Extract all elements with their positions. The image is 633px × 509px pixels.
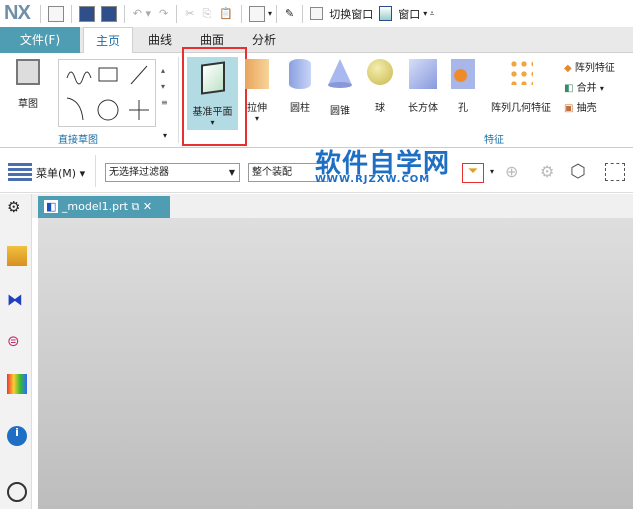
- paste-icon[interactable]: 📋: [219, 7, 233, 20]
- selection-filter-dropdown[interactable]: 无选择过滤器 ▼: [105, 163, 240, 182]
- pattern-geometry-label: 阵列几何特征: [491, 103, 551, 114]
- cone-icon: [328, 59, 352, 88]
- assembly-navigator-icon[interactable]: [7, 246, 27, 266]
- hole-button[interactable]: 孔: [447, 59, 479, 114]
- document-tab-label: _model1.prt: [61, 200, 128, 213]
- tab-curve[interactable]: 曲线: [140, 27, 180, 53]
- history-icon[interactable]: [7, 482, 27, 502]
- copy-icon[interactable]: ⎘: [202, 7, 211, 21]
- circle-icon: [97, 99, 119, 121]
- pattern-feature-button[interactable]: ◆ 阵列特征: [564, 59, 615, 79]
- assembly-select-icon[interactable]: ⚙: [540, 162, 554, 181]
- studio-spline-icon: [66, 71, 92, 85]
- document-tab-strip: ◧ _model1.prt ⧉ ✕: [0, 194, 633, 218]
- save-as-icon[interactable]: [100, 5, 117, 22]
- highlight-box: [182, 47, 247, 146]
- quick-access-toolbar: NX ↶ ▾ ↷ ✂ ⎘ 📋 ▾ ✎ 切换窗口 窗口 ▾ ⩡: [0, 0, 633, 27]
- group-expand-icon[interactable]: ▾: [163, 131, 167, 140]
- info-icon[interactable]: i: [7, 426, 27, 446]
- rectangle-icon: [98, 67, 118, 82]
- tab-file[interactable]: 文件(F): [0, 27, 80, 53]
- point-icon: [129, 100, 149, 120]
- window-icon[interactable]: [379, 6, 393, 21]
- redo-icon[interactable]: ↷: [159, 7, 168, 20]
- reuse-library-icon[interactable]: [7, 374, 27, 394]
- pattern-geometry-button[interactable]: 阵列几何特征: [484, 59, 558, 114]
- ribbon-tabs: 文件(F) 主页 曲线 曲面 分析: [0, 27, 633, 54]
- save-icon[interactable]: [78, 5, 95, 22]
- unite-button[interactable]: ◧ 合并 ▾: [564, 79, 615, 99]
- filter-icon[interactable]: ⏷: [462, 163, 484, 183]
- hole-icon: [451, 59, 475, 89]
- cut-icon[interactable]: ✂: [185, 7, 194, 20]
- part-icon: ◧: [44, 200, 59, 213]
- sketch-label: 草图: [18, 99, 38, 110]
- document-tab[interactable]: ◧ _model1.prt ⧉ ✕: [38, 196, 170, 218]
- pattern-feature-icon: ◆: [564, 63, 572, 74]
- arc-icon: [66, 97, 84, 121]
- hole-label: 孔: [458, 103, 468, 114]
- group-direct-sketch-label: 直接草图: [58, 135, 98, 146]
- cylinder-label: 圆柱: [290, 103, 310, 114]
- select-cube-icon[interactable]: ⬡: [570, 161, 586, 182]
- extrude-label: 拉伸: [247, 103, 267, 114]
- cylinder-button[interactable]: 圆柱: [284, 59, 316, 114]
- sketch-icon: [16, 59, 40, 85]
- window-button[interactable]: 窗口: [398, 6, 420, 22]
- nx-logo: NX: [4, 2, 31, 24]
- sphere-button[interactable]: 球: [364, 59, 396, 114]
- settings-icon[interactable]: ⚙: [7, 198, 27, 218]
- part-navigator-icon[interactable]: ⊜: [7, 332, 27, 352]
- undock-icon[interactable]: ⧉: [131, 200, 139, 213]
- sketch-curve-gallery[interactable]: [58, 59, 156, 127]
- extrude-icon: [245, 59, 269, 89]
- cone-button[interactable]: 圆锥: [324, 59, 356, 117]
- extrude-button[interactable]: 拉伸 ▾: [242, 59, 272, 123]
- undo-icon[interactable]: ↶ ▾: [133, 7, 151, 20]
- window-dropdown-icon[interactable]: ▾ ⩡: [423, 9, 434, 19]
- tab-analysis[interactable]: 分析: [244, 27, 284, 53]
- cylinder-icon: [289, 59, 311, 89]
- switch-window-icon[interactable]: [310, 7, 324, 20]
- sphere-label: 球: [375, 103, 385, 114]
- watermark-url: WWW.RJZXW.COM: [315, 174, 431, 185]
- pattern-feature-label: 阵列特征: [574, 63, 615, 74]
- graphics-window[interactable]: [38, 218, 633, 509]
- cone-label: 圆锥: [330, 106, 350, 117]
- unite-icon: ◧: [564, 83, 574, 94]
- block-button[interactable]: 长方体: [403, 59, 443, 114]
- shell-button[interactable]: ▣ 抽壳: [564, 99, 615, 119]
- tab-home[interactable]: 主页: [83, 27, 133, 54]
- menu-button[interactable]: 菜单(M) ▾: [36, 165, 85, 181]
- line-icon: [130, 65, 148, 85]
- block-icon: [409, 59, 437, 89]
- selection-bar: 菜单(M) ▾ 无选择过滤器 ▼ 整个装配 软件自学网 WWW.RJZXW.COM…: [0, 149, 633, 193]
- shell-label: 抽壳: [576, 103, 597, 114]
- resource-bar: ⚙ ⧓ ⊜ i: [0, 194, 32, 509]
- display-icon[interactable]: [249, 5, 265, 22]
- pattern-geometry-icon: [509, 59, 533, 85]
- block-label: 长方体: [408, 103, 438, 114]
- sphere-icon: [367, 59, 393, 85]
- rectangle-select-icon[interactable]: [605, 163, 625, 181]
- close-icon[interactable]: ✕: [143, 200, 152, 213]
- eraser-icon[interactable]: ✎: [285, 7, 294, 20]
- ribbon: 草图 ▴ ▾ ≡ 直接草图 ▾ 基准平面 ▾ 拉伸 ▾ 圆柱 圆锥 球 长方体 孔 …: [0, 47, 633, 148]
- gallery-scroll[interactable]: ▴ ▾ ≡: [161, 63, 168, 111]
- menu-icon: [8, 163, 32, 181]
- constraint-navigator-icon[interactable]: ⧓: [7, 290, 27, 310]
- group-feature-label: 特征: [484, 135, 504, 146]
- new-icon[interactable]: [47, 5, 64, 22]
- shell-icon: ▣: [564, 103, 574, 114]
- sketch-button[interactable]: 草图: [8, 59, 48, 110]
- switch-window-button[interactable]: 切换窗口: [329, 6, 373, 22]
- feature-small-buttons: ◆ 阵列特征 ◧ 合并 ▾ ▣ 抽壳: [564, 59, 615, 119]
- undo-select-icon[interactable]: ⊕: [505, 162, 518, 181]
- filter-dropdown-icon[interactable]: ▾: [490, 167, 494, 176]
- unite-label: 合并: [576, 83, 597, 94]
